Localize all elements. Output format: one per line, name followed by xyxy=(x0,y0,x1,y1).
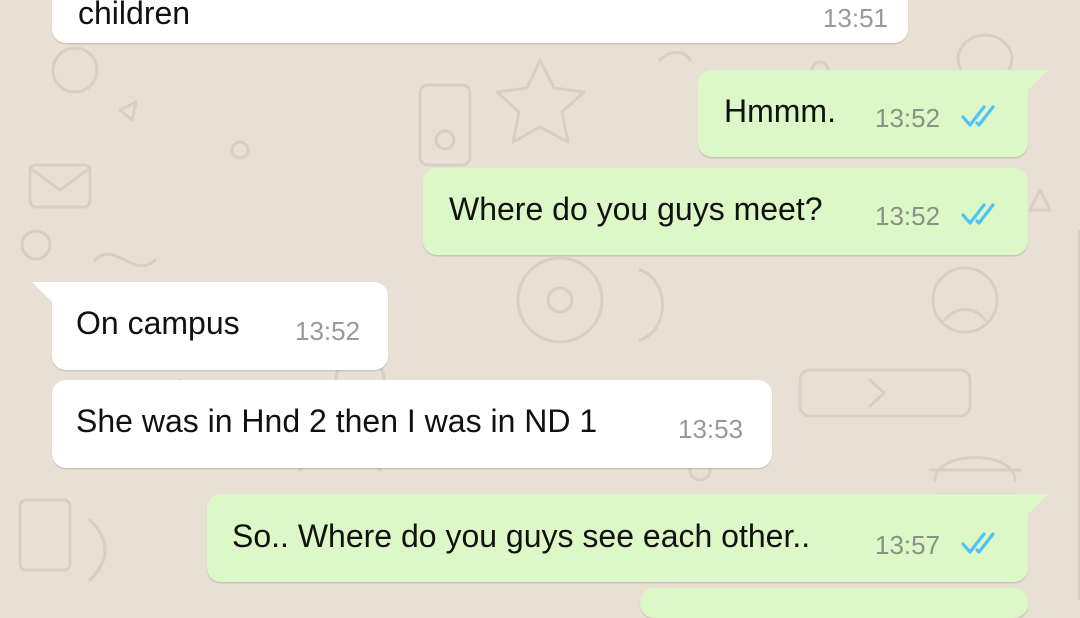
message-time: 13:57 xyxy=(875,530,941,560)
message-text: So.. Where do you guys see each other.. xyxy=(232,518,811,554)
message-text: children xyxy=(78,0,191,31)
double-check-icon xyxy=(961,203,995,225)
message-text: Hmmm. xyxy=(724,93,836,129)
message-bubble-outgoing-partial[interactable] xyxy=(640,588,1028,618)
bubble-tail xyxy=(32,282,54,304)
message-bubble-outgoing[interactable]: So.. Where do you guys see each other.. … xyxy=(207,494,1048,582)
bubble-tail xyxy=(1026,70,1048,92)
message-text: Where do you guys meet? xyxy=(449,191,823,227)
message-time: 13:53 xyxy=(678,414,744,444)
message-bubble-incoming[interactable]: On campus 13:52 xyxy=(32,282,388,370)
message-time: 13:51 xyxy=(822,3,888,33)
chat-messages[interactable]: children 13:51 Hmmm. 13:52 Where do you … xyxy=(0,0,1080,618)
bubble-tail xyxy=(1026,494,1048,516)
message-bubble-outgoing[interactable]: Hmmm. 13:52 xyxy=(698,70,1048,157)
message-text: She was in Hnd 2 then I was in ND 1 xyxy=(76,403,598,439)
message-time: 13:52 xyxy=(875,201,941,231)
message-time: 13:52 xyxy=(875,103,941,133)
double-check-icon xyxy=(961,105,995,127)
message-time: 13:52 xyxy=(295,316,361,346)
double-check-icon xyxy=(961,532,995,554)
message-text: On campus xyxy=(76,305,240,341)
message-bubble-outgoing[interactable]: Where do you guys meet? 13:52 xyxy=(423,168,1028,255)
message-bubble-incoming[interactable]: She was in Hnd 2 then I was in ND 1 13:5… xyxy=(52,380,772,468)
message-bubble-incoming[interactable]: children 13:51 xyxy=(52,0,908,43)
